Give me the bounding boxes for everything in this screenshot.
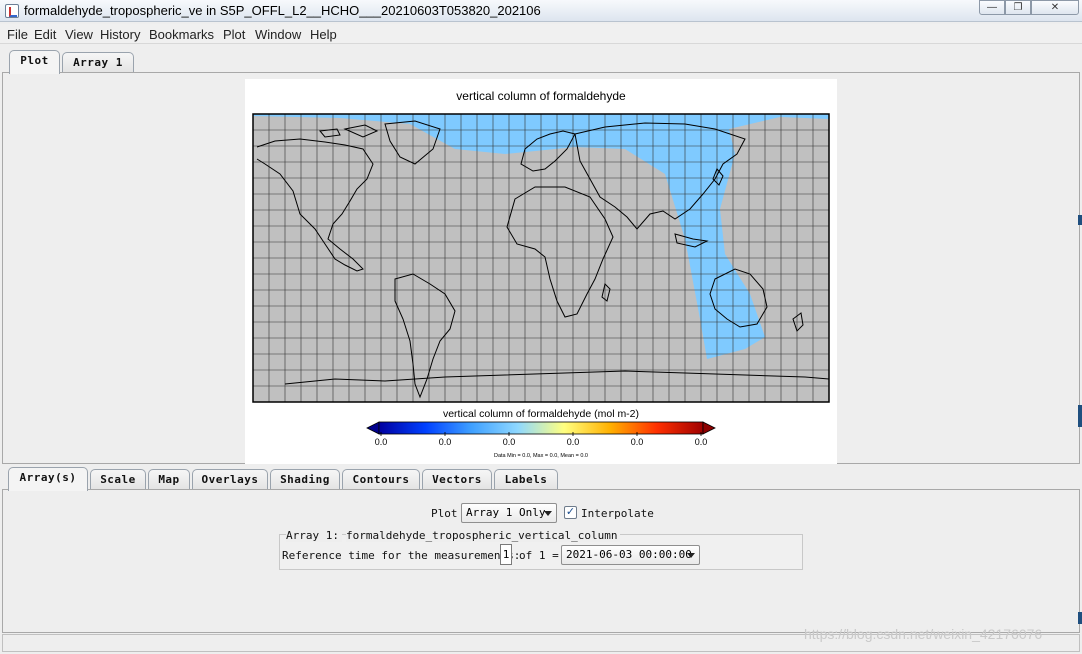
tab-map[interactable]: Map bbox=[148, 469, 190, 491]
data-stats: Data Min = 0.0, Max = 0.0, Mean = 0.0 bbox=[494, 453, 588, 459]
edge-decoration bbox=[1078, 612, 1082, 624]
tab-label: Shading bbox=[280, 473, 330, 486]
reference-time-value: 2021-06-03 00:00:00 bbox=[566, 548, 692, 561]
reference-index-field[interactable]: 1 bbox=[500, 544, 512, 565]
colorbar-tick-label: 0.0 bbox=[439, 437, 452, 447]
array-name: formaldehyde_tropospheric_vertical_colum… bbox=[346, 529, 620, 542]
tab-array-1[interactable]: Array 1 bbox=[62, 52, 134, 74]
tab-label: Array(s) bbox=[19, 471, 77, 484]
tab-shading[interactable]: Shading bbox=[270, 469, 340, 491]
tab-label: Labels bbox=[504, 473, 548, 486]
chevron-down-icon bbox=[544, 511, 552, 516]
reference-time-label: Reference time for the measurements: bbox=[282, 549, 521, 562]
title-bar: formaldehyde_tropospheric_ve in S5P_OFFL… bbox=[0, 0, 1082, 22]
tab-label: Overlays bbox=[201, 473, 259, 486]
tab-label: Plot bbox=[20, 54, 49, 67]
array-label: Array 1: bbox=[286, 529, 342, 542]
close-icon: ✕ bbox=[1050, 2, 1060, 13]
tab-scale[interactable]: Scale bbox=[90, 469, 146, 491]
colorbar-tick-label: 0.0 bbox=[567, 437, 580, 447]
edge-decoration bbox=[1078, 215, 1082, 225]
menu-plot[interactable]: Plot bbox=[223, 27, 245, 42]
minimize-button[interactable]: — bbox=[979, 0, 1005, 15]
tab-contours[interactable]: Contours bbox=[342, 469, 420, 491]
tab-label: Scale bbox=[100, 473, 136, 486]
plot-mode-label: Plot bbox=[431, 507, 458, 520]
tab-vectors[interactable]: Vectors bbox=[422, 469, 492, 491]
tab-label: Map bbox=[158, 473, 180, 486]
tab-overlays[interactable]: Overlays bbox=[192, 469, 268, 491]
colorbar-tick-label: 0.0 bbox=[695, 437, 708, 447]
map-area bbox=[252, 113, 830, 403]
check-icon: ✓ bbox=[565, 506, 576, 518]
tab-arrays[interactable]: Array(s) bbox=[8, 467, 88, 491]
map-plot: vertical column of formaldehyde vertical… bbox=[252, 89, 830, 459]
watermark: https://blog.csdn.net/weixin_42176076 bbox=[804, 626, 1043, 642]
plot-title: vertical column of formaldehyde bbox=[456, 89, 626, 103]
menu-file[interactable]: File bbox=[7, 27, 28, 42]
interpolate-label: Interpolate bbox=[581, 507, 654, 520]
colorbar-under-arrow bbox=[366, 421, 380, 435]
colorbar-over-arrow bbox=[702, 421, 716, 435]
menu-bar: File Edit View History Bookmarks Plot Wi… bbox=[0, 24, 1082, 44]
reference-time-select[interactable]: 2021-06-03 00:00:00 bbox=[561, 545, 700, 565]
tab-labels[interactable]: Labels bbox=[494, 469, 558, 491]
plot-mode-value: Array 1 Only bbox=[466, 506, 546, 519]
tab-label: Array 1 bbox=[73, 56, 123, 69]
plot-mode-select[interactable]: Array 1 Only bbox=[461, 503, 557, 523]
app-icon bbox=[5, 4, 19, 18]
colorbar bbox=[378, 421, 704, 435]
menu-history[interactable]: History bbox=[100, 27, 140, 42]
menu-bookmarks[interactable]: Bookmarks bbox=[149, 27, 214, 42]
maximize-button[interactable]: ❐ bbox=[1005, 0, 1031, 15]
tab-label: Vectors bbox=[432, 473, 482, 486]
tab-plot[interactable]: Plot bbox=[9, 50, 60, 74]
chevron-down-icon bbox=[687, 553, 695, 558]
colorbar-tick-label: 0.0 bbox=[503, 437, 516, 447]
close-button[interactable]: ✕ bbox=[1031, 0, 1079, 15]
colorbar-label: vertical column of formaldehyde (mol m-2… bbox=[443, 408, 639, 420]
edge-decoration bbox=[1078, 405, 1082, 427]
colorbar-tick-label: 0.0 bbox=[631, 437, 644, 447]
maximize-icon: ❐ bbox=[1013, 2, 1023, 13]
window-title: formaldehyde_tropospheric_ve in S5P_OFFL… bbox=[24, 3, 541, 18]
plot-canvas: vertical column of formaldehyde vertical… bbox=[245, 79, 837, 464]
menu-window[interactable]: Window bbox=[255, 27, 301, 42]
reference-of-label: of 1 = bbox=[519, 549, 559, 562]
colorbar-tick-label: 0.0 bbox=[375, 437, 388, 447]
menu-edit[interactable]: Edit bbox=[34, 27, 56, 42]
minimize-icon: — bbox=[987, 2, 997, 13]
tab-label: Contours bbox=[352, 473, 410, 486]
menu-view[interactable]: View bbox=[65, 27, 93, 42]
menu-help[interactable]: Help bbox=[310, 27, 337, 42]
interpolate-checkbox[interactable]: ✓ bbox=[564, 506, 577, 519]
